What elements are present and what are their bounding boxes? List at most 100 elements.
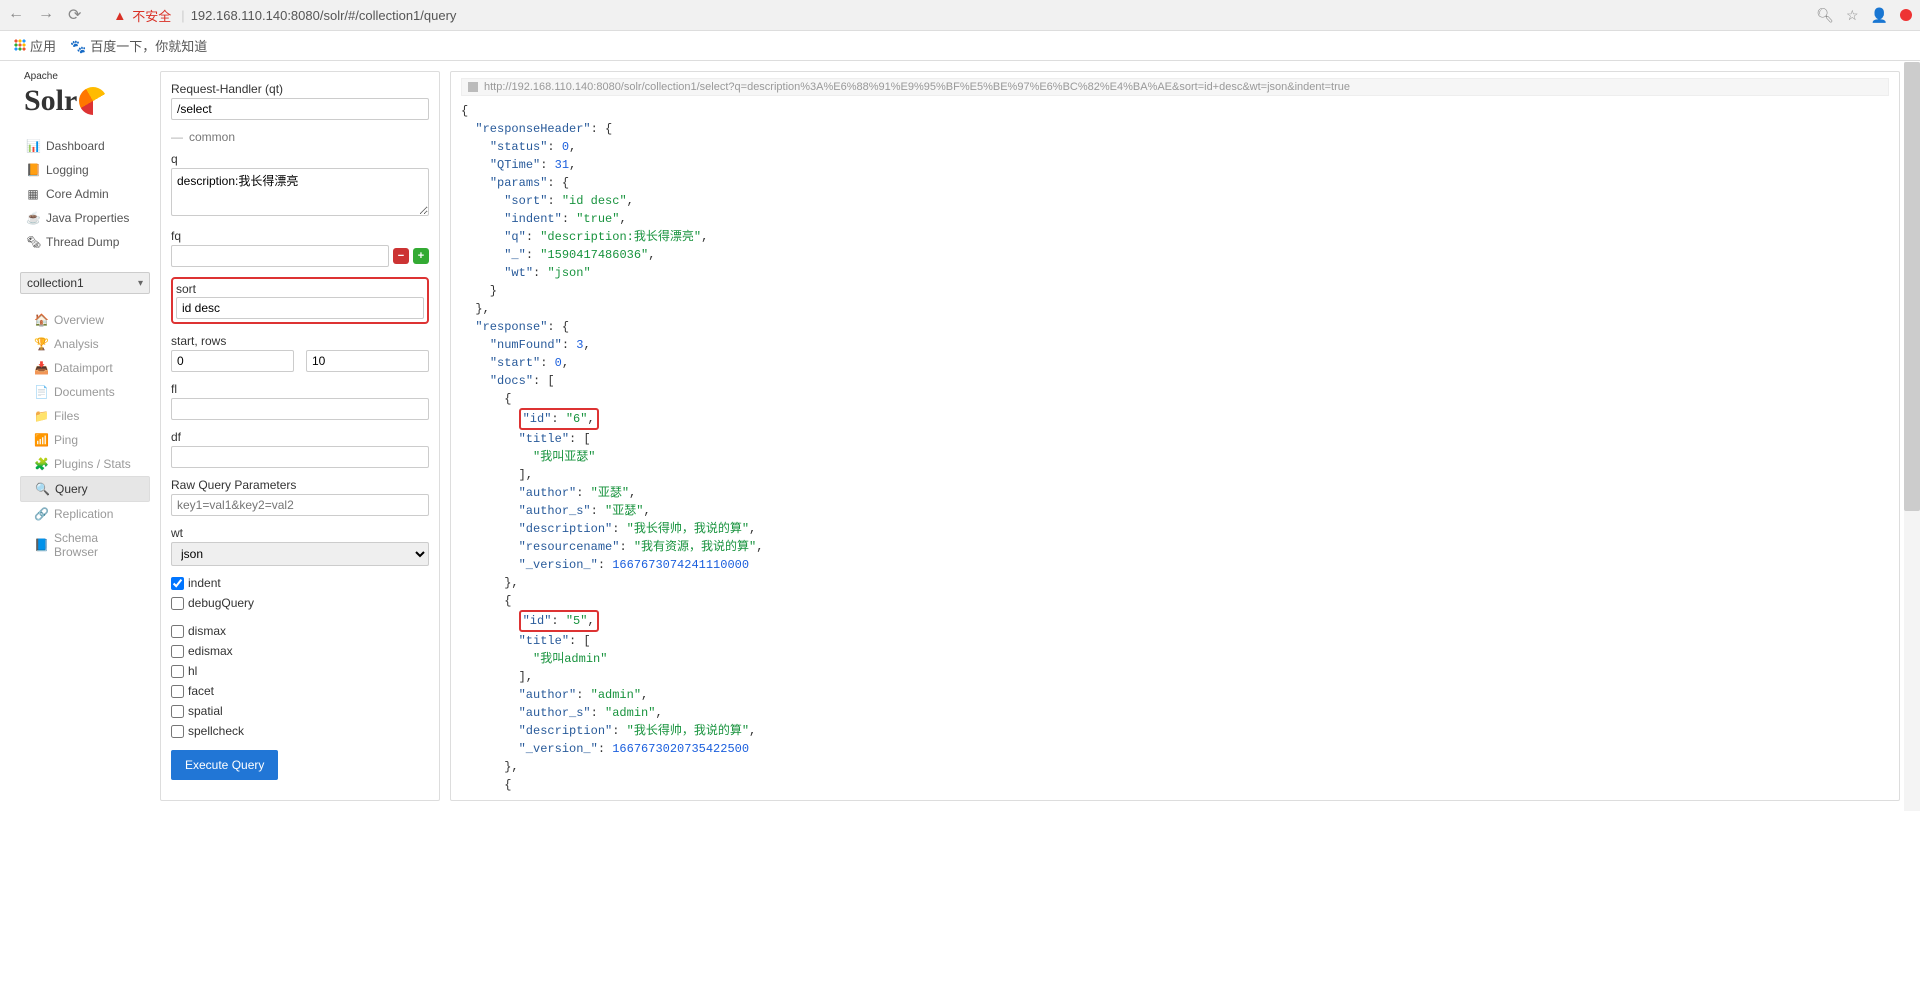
rawq-input[interactable]: [171, 494, 429, 516]
apps-shortcut[interactable]: 应用: [14, 36, 56, 55]
url-bar[interactable]: ▲ 不安全 | 192.168.110.140:8080/solr/#/coll…: [101, 2, 1451, 28]
fq-label: fq: [171, 229, 429, 243]
sort-input[interactable]: [176, 297, 424, 319]
apache-label: Apache: [24, 71, 150, 82]
spatial-label: spatial: [188, 704, 223, 718]
analysis-icon: 🏆: [34, 337, 48, 351]
nav-dashboard[interactable]: 📊Dashboard: [20, 134, 150, 158]
edismax-checkbox[interactable]: [171, 645, 184, 658]
subnav-replication[interactable]: 🔗Replication: [20, 502, 150, 526]
qt-label: Request-Handler (qt): [171, 82, 429, 96]
debug-checkbox[interactable]: [171, 597, 184, 610]
overview-icon: 🏠: [34, 313, 48, 327]
warning-icon: ▲: [113, 8, 126, 23]
spellcheck-checkbox[interactable]: [171, 725, 184, 738]
subnav-files[interactable]: 📁Files: [20, 404, 150, 428]
facet-label: facet: [188, 684, 214, 698]
subnav-plugins[interactable]: 🧩Plugins / Stats: [20, 452, 150, 476]
subnav-dataimport[interactable]: 📥Dataimport: [20, 356, 150, 380]
nav-logging[interactable]: 📙Logging: [20, 158, 150, 182]
q-label: q: [171, 152, 429, 166]
core-admin-icon: ▦: [26, 187, 40, 201]
bookmarks-bar: 应用 🐾百度一下，你就知道: [0, 31, 1920, 61]
qt-input[interactable]: [171, 98, 429, 120]
core-selector[interactable]: collection1 ▾: [20, 272, 150, 294]
dataimport-icon: 📥: [34, 361, 48, 375]
subnav-ping[interactable]: 📶Ping: [20, 428, 150, 452]
bookmark-baidu[interactable]: 🐾百度一下，你就知道: [70, 36, 207, 55]
df-label: df: [171, 430, 429, 444]
nav-javaprops[interactable]: ☕Java Properties: [20, 206, 150, 230]
page-scrollbar[interactable]: [1904, 62, 1920, 811]
nav-coreadmin[interactable]: ▦Core Admin: [20, 182, 150, 206]
hl-checkbox[interactable]: [171, 665, 184, 678]
query-form: Request-Handler (qt) common q descriptio…: [160, 71, 440, 801]
forward-button[interactable]: →: [38, 5, 54, 25]
dismax-checkbox[interactable]: [171, 625, 184, 638]
hl-label: hl: [188, 664, 197, 678]
startrows-label: start, rows: [171, 334, 429, 348]
spatial-checkbox[interactable]: [171, 705, 184, 718]
back-button[interactable]: ←: [8, 5, 24, 25]
reload-button[interactable]: ⟳: [68, 5, 81, 25]
core-subnav: 🏠Overview 🏆Analysis 📥Dataimport 📄Documen…: [20, 308, 150, 564]
logging-icon: 📙: [26, 163, 40, 177]
rows-input[interactable]: [306, 350, 429, 372]
execute-query-button[interactable]: Execute Query: [171, 750, 278, 780]
link-icon: [468, 82, 478, 92]
subnav-analysis[interactable]: 🏆Analysis: [20, 332, 150, 356]
apps-icon: [14, 39, 26, 51]
result-url-text: http://192.168.110.140:8080/solr/collect…: [484, 81, 1350, 93]
result-url-link[interactable]: http://192.168.110.140:8080/solr/collect…: [461, 78, 1889, 96]
edismax-label: edismax: [188, 644, 233, 658]
url-text: 192.168.110.140:8080/solr/#/collection1/…: [191, 8, 457, 23]
subnav-query[interactable]: 🔍Query: [20, 476, 150, 502]
replication-icon: 🔗: [34, 507, 48, 521]
dashboard-icon: 📊: [26, 139, 40, 153]
fl-input[interactable]: [171, 398, 429, 420]
common-section-label: common: [171, 130, 429, 144]
fq-remove-button[interactable]: −: [393, 248, 409, 264]
result-panel: http://192.168.110.140:8080/solr/collect…: [450, 71, 1900, 801]
indent-label: indent: [188, 576, 221, 590]
start-input[interactable]: [171, 350, 294, 372]
extension-icon[interactable]: [1900, 9, 1912, 21]
profile-icon[interactable]: 👤: [1871, 7, 1888, 24]
browser-bar: ← → ⟳ ▲ 不安全 | 192.168.110.140:8080/solr/…: [0, 0, 1920, 31]
ping-icon: 📶: [34, 433, 48, 447]
subnav-documents[interactable]: 📄Documents: [20, 380, 150, 404]
main-nav: 📊Dashboard 📙Logging ▦Core Admin ☕Java Pr…: [20, 134, 150, 254]
baidu-icon: 🐾: [70, 39, 86, 54]
q-input[interactable]: description:我长得漂亮: [171, 168, 429, 216]
dismax-label: dismax: [188, 624, 226, 638]
facet-checkbox[interactable]: [171, 685, 184, 698]
core-selected-label: collection1: [27, 276, 84, 290]
df-input[interactable]: [171, 446, 429, 468]
bookmark-star-icon[interactable]: ☆: [1846, 7, 1859, 24]
files-icon: 📁: [34, 409, 48, 423]
java-icon: ☕: [26, 211, 40, 225]
query-icon: 🔍: [35, 482, 49, 496]
fq-input[interactable]: [171, 245, 389, 267]
unsafe-label: 不安全: [132, 6, 171, 25]
schema-icon: 📘: [34, 538, 48, 552]
chevron-down-icon: ▾: [138, 278, 143, 289]
sort-label: sort: [176, 282, 424, 296]
debug-label: debugQuery: [188, 596, 254, 610]
solr-logo: Apache Solr: [20, 71, 150, 118]
fq-add-button[interactable]: +: [413, 248, 429, 264]
fl-label: fl: [171, 382, 429, 396]
documents-icon: 📄: [34, 385, 48, 399]
plugins-icon: 🧩: [34, 457, 48, 471]
subnav-schema[interactable]: 📘Schema Browser: [20, 526, 150, 564]
wt-label: wt: [171, 526, 429, 540]
json-response: { "responseHeader": { "status": 0, "QTim…: [461, 102, 1889, 794]
search-icon[interactable]: 🔍︎: [1816, 7, 1834, 24]
wt-select[interactable]: json: [171, 542, 429, 566]
spellcheck-label: spellcheck: [188, 724, 244, 738]
indent-checkbox[interactable]: [171, 577, 184, 590]
thread-icon: 🗞: [26, 235, 40, 249]
nav-threaddump[interactable]: 🗞Thread Dump: [20, 230, 150, 254]
sun-icon: [79, 87, 107, 115]
subnav-overview[interactable]: 🏠Overview: [20, 308, 150, 332]
